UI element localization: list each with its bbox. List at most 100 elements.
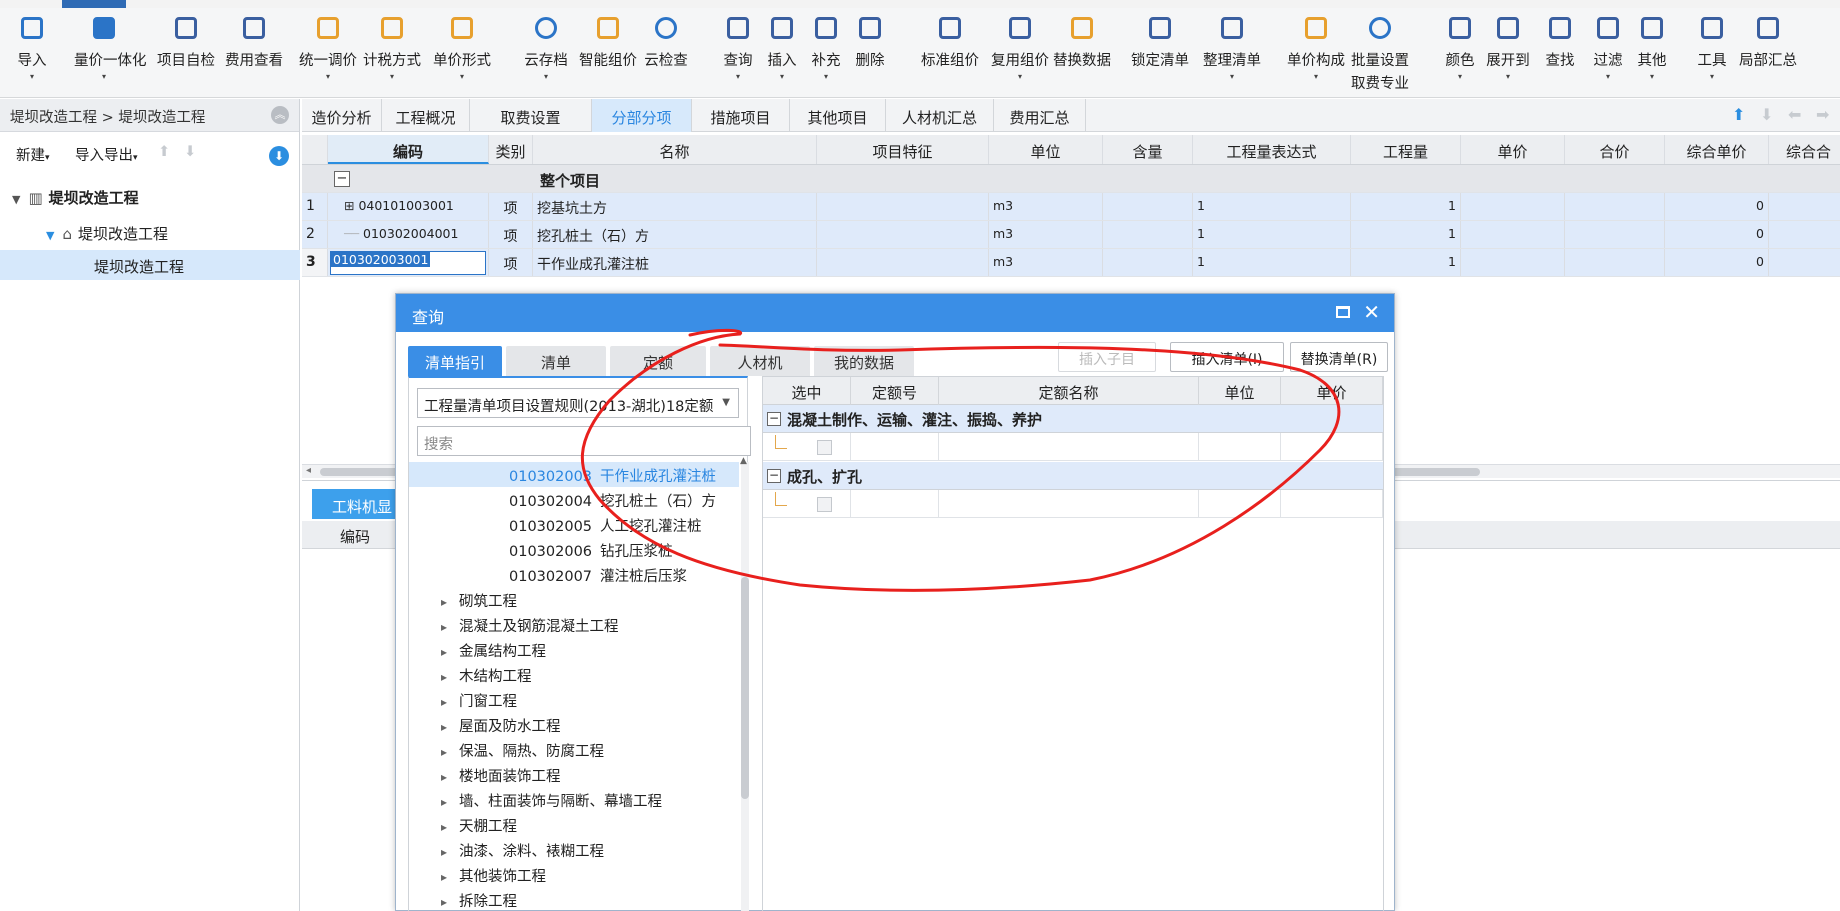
tab-0[interactable]: 造价分析 bbox=[302, 99, 382, 132]
guide-category-item[interactable]: ▸ 混凝土及钢筋混凝土工程 bbox=[409, 612, 739, 637]
quota-cell[interactable] bbox=[939, 433, 1199, 461]
expand-triangle-icon[interactable]: ▸ bbox=[441, 595, 447, 609]
dialog-tab-0[interactable]: 清单指引 bbox=[408, 346, 502, 376]
dropdown-arrow-icon[interactable]: ▾ bbox=[796, 73, 856, 81]
ribbon-button-22[interactable]: 展开到 ▾ bbox=[1478, 14, 1538, 81]
expand-triangle-icon[interactable]: ▸ bbox=[441, 770, 447, 784]
guide-category-item[interactable]: ▸ 拆除工程 bbox=[409, 887, 739, 911]
table-row[interactable]: 3 010302003001 项干作业成孔灌注桩 m3 1 1 0 bbox=[302, 249, 1840, 277]
guide-scroll-thumb[interactable] bbox=[741, 577, 749, 799]
column-header[interactable]: 工程量 bbox=[1351, 135, 1461, 164]
expand-triangle-icon[interactable]: ▸ bbox=[441, 645, 447, 659]
ribbon-button-25[interactable]: 其他 ▾ bbox=[1622, 14, 1682, 81]
close-icon[interactable]: ✕ bbox=[1363, 300, 1380, 324]
expand-triangle-icon[interactable]: ▸ bbox=[441, 870, 447, 884]
dropdown-arrow-icon[interactable]: ▾ bbox=[432, 73, 492, 81]
code-edit-input[interactable]: 010302003001 bbox=[330, 251, 486, 275]
collapse-box-icon[interactable]: − bbox=[767, 412, 781, 426]
tab-labor-material[interactable]: 工料机显示 bbox=[312, 489, 404, 537]
unit-price-cell[interactable] bbox=[1461, 193, 1565, 220]
column-header[interactable]: 项目特征 bbox=[817, 135, 989, 164]
ribbon-button-16[interactable]: 替换数据 bbox=[1052, 14, 1112, 70]
guide-scrollbar[interactable]: ▲ bbox=[740, 456, 749, 911]
expand-triangle-icon[interactable]: ▸ bbox=[441, 670, 447, 684]
move-up-icon[interactable]: ⬆ bbox=[158, 144, 170, 160]
ribbon-button-1[interactable]: 量价一体化 ▾ bbox=[74, 14, 147, 81]
collapse-box-icon[interactable]: − bbox=[767, 469, 781, 483]
download-icon[interactable]: ⬇ bbox=[269, 146, 289, 166]
quota-cell[interactable] bbox=[851, 490, 939, 518]
column-header[interactable]: 含量 bbox=[1103, 135, 1193, 164]
content-cell[interactable] bbox=[1103, 193, 1193, 220]
ribbon-button-5[interactable]: 计税方式 ▾ bbox=[362, 14, 422, 81]
total-price-cell[interactable] bbox=[1565, 193, 1665, 220]
guide-category-item[interactable]: ▸ 门窗工程 bbox=[409, 687, 739, 712]
tab-2[interactable]: 取费设置 bbox=[470, 99, 592, 132]
replace-list-button[interactable]: 替换清单(R) bbox=[1290, 342, 1388, 372]
dropdown-arrow-icon[interactable]: ▾ bbox=[1478, 73, 1538, 81]
scroll-left-icon[interactable]: ◂ bbox=[306, 465, 311, 476]
ribbon-button-8[interactable]: 智能组价 bbox=[578, 14, 638, 70]
guide-category-item[interactable]: ▸ 其他装饰工程 bbox=[409, 862, 739, 887]
unit-price-cell[interactable] bbox=[1461, 221, 1565, 248]
guide-tree-item[interactable]: 010302003 干作业成孔灌注桩 bbox=[409, 462, 739, 487]
rule-selector[interactable]: 工程量清单项目设置规则(2013-湖北)18定额 ▼ bbox=[417, 388, 739, 418]
ribbon-button-0[interactable]: 导入 ▾ bbox=[2, 14, 62, 81]
quota-cell[interactable] bbox=[1199, 490, 1281, 518]
whole-project-row[interactable]: − 整个项目 bbox=[302, 165, 1840, 193]
quota-group-row[interactable]: − 成孔、扩孔 bbox=[763, 462, 1383, 490]
expand-triangle-icon[interactable]: ▸ bbox=[441, 895, 447, 909]
column-header[interactable]: 合价 bbox=[1565, 135, 1665, 164]
select-checkbox[interactable] bbox=[817, 497, 832, 512]
ribbon-button-15[interactable]: 复用组价 ▾ bbox=[990, 14, 1050, 81]
dropdown-arrow-icon[interactable]: ▾ bbox=[74, 73, 134, 81]
ribbon-button-26[interactable]: 工具 ▾ bbox=[1682, 14, 1742, 81]
dropdown-arrow-icon[interactable]: ▾ bbox=[1622, 73, 1682, 81]
total-price-cell[interactable] bbox=[1565, 249, 1665, 276]
quota-cell[interactable] bbox=[1199, 433, 1281, 461]
expand-triangle-icon[interactable]: ▸ bbox=[441, 845, 447, 859]
guide-category-item[interactable]: ▸ 墙、柱面装饰与隔断、幕墙工程 bbox=[409, 787, 739, 812]
quota-column-header[interactable]: 选中 bbox=[763, 377, 851, 405]
name-cell[interactable]: 干作业成孔灌注桩 bbox=[533, 249, 817, 276]
collapse-box-icon[interactable]: − bbox=[334, 171, 350, 187]
expand-triangle-icon[interactable]: ▸ bbox=[441, 795, 447, 809]
guide-tree-item[interactable]: 010302004 挖孔桩土（石）方 bbox=[409, 487, 739, 512]
composite-price-cell[interactable]: 0 bbox=[1665, 221, 1769, 248]
expanded-triangle-icon[interactable]: ▼ bbox=[46, 229, 54, 242]
dropdown-arrow-icon[interactable]: ▾ bbox=[990, 73, 1050, 81]
guide-category-item[interactable]: ▸ 油漆、涂料、裱糊工程 bbox=[409, 837, 739, 862]
guide-category-item[interactable]: ▸ 保温、隔热、防腐工程 bbox=[409, 737, 739, 762]
ribbon-button-18[interactable]: 整理清单 ▾ bbox=[1202, 14, 1262, 81]
name-cell[interactable]: 挖基坑土方 bbox=[533, 193, 817, 220]
select-checkbox[interactable] bbox=[817, 440, 832, 455]
quota-column-header[interactable]: 定额名称 bbox=[939, 377, 1199, 405]
column-header[interactable]: 综合单价 bbox=[1665, 135, 1769, 164]
menu-item-active[interactable] bbox=[62, 0, 126, 8]
search-input[interactable]: 搜索 bbox=[417, 426, 751, 456]
ribbon-button-13[interactable]: 删除 bbox=[840, 14, 900, 70]
table-row[interactable]: 2 ── 010302004001 项挖孔桩土（石）方 m3 1 1 0 bbox=[302, 221, 1840, 249]
column-header[interactable]: 综合合 bbox=[1769, 135, 1840, 164]
expression-cell[interactable]: 1 bbox=[1193, 249, 1351, 276]
total-price-cell[interactable] bbox=[1565, 221, 1665, 248]
content-cell[interactable] bbox=[1103, 221, 1193, 248]
column-header[interactable]: 工程量表达式 bbox=[1193, 135, 1351, 164]
quantity-cell[interactable]: 1 bbox=[1351, 221, 1461, 248]
insert-child-button[interactable]: 插入子目 bbox=[1058, 342, 1156, 372]
composite-total-cell[interactable] bbox=[1769, 193, 1840, 220]
quota-group-row[interactable]: − 混凝土制作、运输、灌注、振捣、养护 bbox=[763, 405, 1383, 433]
ribbon-button-2[interactable]: 项目自检 bbox=[156, 14, 216, 70]
type-cell[interactable]: 项 bbox=[489, 221, 533, 248]
feature-cell[interactable] bbox=[817, 249, 989, 276]
ribbon-button-9[interactable]: 云检查 bbox=[636, 14, 696, 70]
type-cell[interactable]: 项 bbox=[489, 193, 533, 220]
ribbon-button-17[interactable]: 锁定清单 bbox=[1130, 14, 1190, 70]
type-cell[interactable]: 项 bbox=[489, 249, 533, 276]
expand-triangle-icon[interactable]: ▸ bbox=[441, 695, 447, 709]
ribbon-button-4[interactable]: 统一调价 ▾ bbox=[298, 14, 358, 81]
tab-6[interactable]: 人材机汇总 bbox=[886, 99, 994, 132]
ribbon-button-20[interactable]: 批量设置 取费专业 bbox=[1350, 14, 1410, 93]
code-cell[interactable]: ⊞ 040101003001 bbox=[328, 193, 489, 220]
tab-1[interactable]: 工程概况 bbox=[382, 99, 470, 132]
